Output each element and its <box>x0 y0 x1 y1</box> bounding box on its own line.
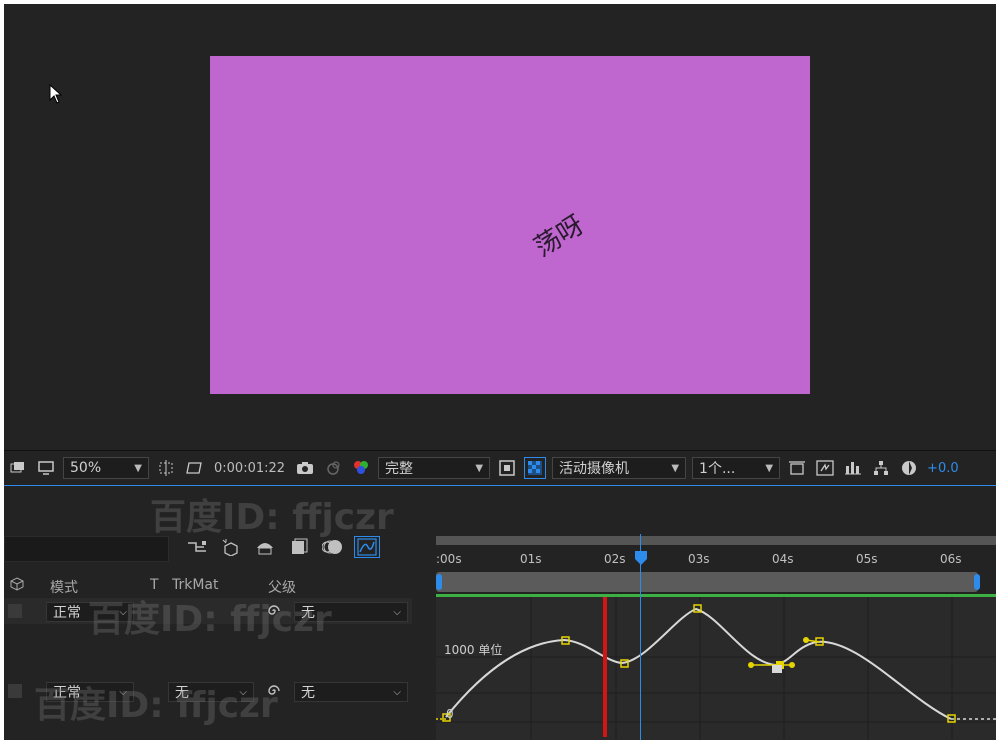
monitor-icon[interactable] <box>35 457 57 479</box>
watermark: 百度ID: ffjczr <box>34 685 278 726</box>
timeline-icon[interactable] <box>842 457 864 479</box>
camera-view-value: 活动摄像机 <box>559 461 630 477</box>
ruler-label: 03s <box>688 552 710 566</box>
mode-value: 正常 <box>53 605 81 621</box>
watermark: 百度ID: ffjczr <box>150 497 394 538</box>
chevron-down-icon: ⌵ <box>393 606 401 618</box>
chevron-down-icon: ▼ <box>671 462 680 474</box>
resolution-select[interactable]: 完整 ▼ <box>378 457 491 479</box>
mouse-cursor-icon <box>49 84 63 104</box>
parent-select[interactable]: 无 ⌵ <box>294 682 408 702</box>
work-area-start-handle[interactable] <box>436 574 442 590</box>
layer-checkbox[interactable] <box>8 604 22 618</box>
ruler-label: :00s <box>436 552 462 566</box>
work-area-bar[interactable] <box>436 572 978 592</box>
ruler-label: 01s <box>520 552 542 566</box>
ruler-label: 02s <box>604 552 626 566</box>
transparency-grid-icon[interactable] <box>524 457 547 479</box>
graph-curve-svg[interactable] <box>436 597 996 740</box>
ruler-label: 05s <box>856 552 878 566</box>
fast-previews-icon[interactable] <box>496 457 518 479</box>
graph-editor[interactable]: 1000 单位 0 <box>436 597 996 740</box>
parent-value: 无 <box>301 685 315 701</box>
layer-search-input[interactable] <box>4 536 169 562</box>
pixel-aspect-icon[interactable] <box>786 457 808 479</box>
region-of-interest-icon[interactable] <box>155 457 177 479</box>
chevron-down-icon: ⌵ <box>393 686 401 698</box>
zoom-select[interactable]: 50% ▼ <box>63 457 149 479</box>
app-frame: 荡呀 50% ▼ 0:00:01:22 完整 ▼ 活动摄像机 ▼ 1个... ▼… <box>4 4 996 740</box>
camera-snapshot-icon[interactable] <box>294 457 316 479</box>
ruler-label: 06s <box>940 552 962 566</box>
transparency-grid-toggle-icon[interactable] <box>183 457 205 479</box>
graph-unit-label: 1000 单位 <box>444 643 503 657</box>
time-navigator-bar[interactable] <box>436 536 996 545</box>
mode-column-header[interactable]: 模式 <box>50 577 78 597</box>
exposure-value[interactable]: +0.0 <box>927 461 959 476</box>
zoom-value: 50% <box>70 460 102 476</box>
chevron-down-icon: ▼ <box>134 462 142 474</box>
camera-view-select[interactable]: 活动摄像机 ▼ <box>552 457 687 479</box>
resolution-value: 完整 <box>385 461 414 477</box>
reset-exposure-icon[interactable] <box>814 457 836 479</box>
cube-3d-icon <box>10 577 24 595</box>
graph-zero-label: 0 <box>446 707 454 721</box>
ruler-label: 04s <box>772 552 794 566</box>
current-timecode[interactable]: 0:00:01:22 <box>214 461 285 476</box>
watermark: 百度ID: ffjczr <box>88 599 332 640</box>
chevron-down-icon: ▼ <box>475 462 484 474</box>
show-snapshot-icon[interactable] <box>322 457 344 479</box>
viewer-toolbar: 50% ▼ 0:00:01:22 完整 ▼ 活动摄像机 ▼ 1个... ▼ +0… <box>4 450 996 485</box>
chevron-down-icon: ▼ <box>765 462 774 474</box>
work-area-end-handle[interactable] <box>974 574 980 590</box>
time-ruler[interactable]: :00s 01s 02s 03s 04s 05s 06s <box>436 534 996 594</box>
view-layout-select[interactable]: 1个... ▼ <box>692 457 781 479</box>
current-time-indicator-icon[interactable] <box>634 550 648 566</box>
composition-viewer[interactable]: 荡呀 <box>4 4 996 450</box>
always-preview-icon[interactable] <box>7 457 29 479</box>
layer-checkbox[interactable] <box>8 684 22 698</box>
keyframe-markers <box>442 604 956 723</box>
color-channels-icon[interactable] <box>350 457 372 479</box>
current-time-line[interactable] <box>640 534 641 740</box>
view-layout-value: 1个... <box>699 461 736 477</box>
exposure-icon[interactable] <box>898 457 920 479</box>
canvas-text-layer[interactable]: 荡呀 <box>526 205 590 264</box>
flowchart-icon[interactable] <box>870 457 892 479</box>
composition-canvas[interactable]: 荡呀 <box>210 56 810 394</box>
annotation-marker <box>603 597 607 737</box>
